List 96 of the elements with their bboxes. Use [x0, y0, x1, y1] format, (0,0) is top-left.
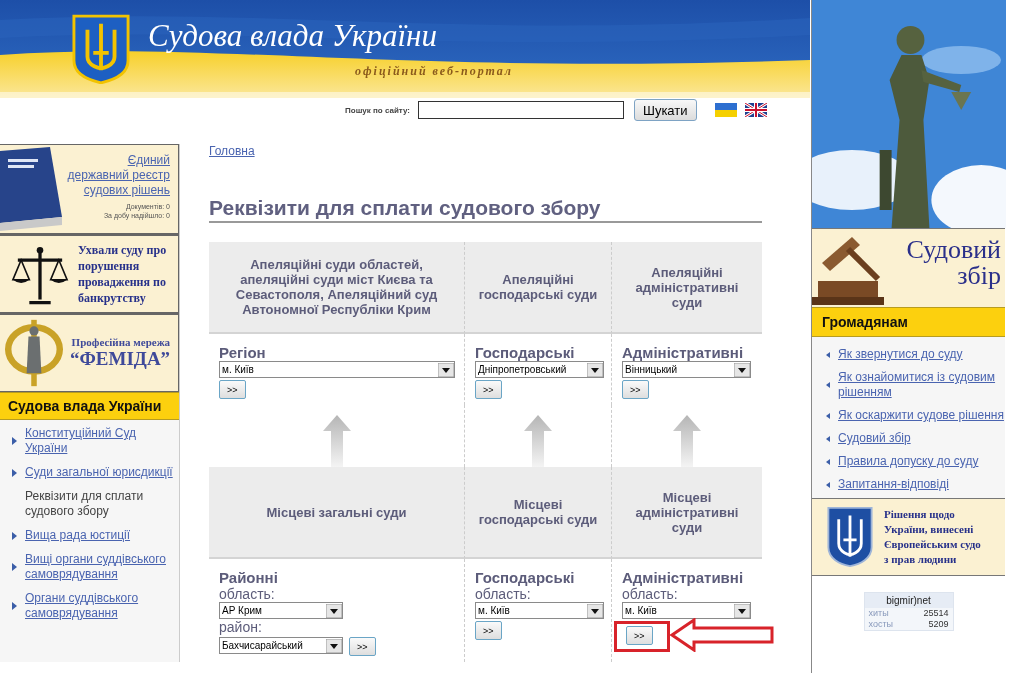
- dropdown[interactable]: Бахчисарайський: [219, 637, 343, 654]
- menu-item[interactable]: Суди загальної юрисдикції: [25, 465, 173, 480]
- up-arrow-icon: [524, 415, 552, 467]
- menu-item[interactable]: Органи суддівського самоврядування: [25, 591, 179, 621]
- bullet-icon: [12, 531, 17, 540]
- go-button[interactable]: >>: [349, 637, 376, 656]
- dropdown[interactable]: м. Київ: [219, 361, 455, 378]
- femida-emblem-icon: [4, 318, 64, 388]
- banner-text: Рішення щодо: [884, 507, 956, 522]
- bullet-icon: [826, 481, 830, 488]
- field-label: область:: [622, 586, 678, 602]
- menu-item[interactable]: Як ознайомитися із судовим рішенням: [838, 370, 1005, 400]
- caret-icon: [326, 638, 342, 653]
- menu-title: Судова влада України: [0, 392, 179, 420]
- menu-item[interactable]: Реквізити для сплати судового збору: [25, 489, 179, 519]
- menu-item[interactable]: Конституційний Суд України: [25, 426, 179, 456]
- menu-title: Громадянам: [812, 307, 1005, 337]
- bankruptcy-banner[interactable]: Ухвали суду про порушення провадження по банкрутству: [0, 234, 179, 313]
- up-arrow-icon: [322, 415, 351, 467]
- go-button[interactable]: >>: [475, 621, 502, 640]
- trident-shield-icon: [826, 506, 874, 568]
- caret-icon: [438, 362, 454, 377]
- femida-banner[interactable]: Професійна мережа “ФЕМІДА”: [0, 313, 179, 392]
- counter-value: 25514: [923, 608, 949, 619]
- breadcrumb-link[interactable]: Головна: [209, 144, 255, 158]
- bullet-icon: [826, 435, 830, 442]
- up-arrow-icon: [673, 415, 701, 467]
- caret-icon: [734, 362, 750, 377]
- column-header: Апеляційні суди областей, апеляційні суди міст Києва та Севастополя, Апеляційний суд Автономної Республіки Крим: [209, 242, 464, 334]
- column-header: Місцеві господарські суди: [464, 467, 611, 559]
- court-type-label: Господарські: [475, 344, 575, 361]
- caret-icon: [587, 362, 603, 377]
- visit-counter[interactable]: bigmir)net хиты 25514 хосты 5209: [863, 592, 954, 631]
- trident-shield-icon: [72, 14, 130, 84]
- dropdown[interactable]: м. Київ: [622, 602, 751, 619]
- femida-title: “ФЕМІДА”: [70, 348, 171, 370]
- dropdown[interactable]: Дніпропетровський: [475, 361, 604, 378]
- banner-text: Європейським судо: [884, 537, 981, 552]
- court-type-label: Адміністративні: [622, 344, 744, 361]
- bankruptcy-text: Ухвали суду про порушення провадження по банкрутству: [78, 242, 168, 306]
- counter-label: хосты: [868, 619, 893, 630]
- court-type-label: Адміністративні: [622, 569, 744, 586]
- ukrainian-flag-icon[interactable]: [714, 103, 737, 117]
- column-header: Апеляційні господарські суди: [464, 242, 611, 334]
- court-type-label: Районні: [219, 569, 278, 586]
- field-label: область:: [475, 586, 531, 602]
- menu-item[interactable]: Як звернутися до суду: [838, 347, 963, 362]
- menu-item[interactable]: Запитання-відповіді: [838, 477, 949, 492]
- caret-icon: [326, 603, 342, 618]
- field-label: район:: [219, 619, 262, 635]
- dropdown[interactable]: Вінницький: [622, 361, 751, 378]
- caret-icon: [734, 603, 750, 618]
- dropdown[interactable]: м. Київ: [475, 602, 604, 619]
- search-field[interactable]: [417, 101, 624, 119]
- column-header: Місцеві адміністративні суди: [611, 467, 762, 559]
- menu-item[interactable]: Як оскаржити судове рішення: [838, 408, 1004, 423]
- field-label: область:: [219, 586, 275, 602]
- menu-item[interactable]: Вища рада юстиції: [25, 528, 131, 543]
- go-button[interactable]: >>: [626, 626, 653, 645]
- court-type-label: Господарські: [475, 569, 575, 586]
- caret-icon: [587, 603, 603, 618]
- column-header: Апеляційні адміністративні суди: [611, 242, 762, 334]
- bullet-icon: [826, 382, 830, 388]
- echr-banner[interactable]: Рішення щодо України, винесені Європейським судо з прав людини: [812, 498, 1005, 576]
- network-name: Професійна мережа: [71, 336, 171, 348]
- site-subtitle: офіційний веб-портал: [355, 64, 513, 79]
- book-icon: [0, 147, 62, 231]
- site-title: Судова влада України: [148, 18, 437, 54]
- go-button[interactable]: >>: [475, 380, 502, 399]
- counter-value: 5209: [928, 619, 949, 630]
- column-header: Місцеві загальні суди: [209, 467, 464, 559]
- bullet-icon: [826, 458, 830, 465]
- bullet-icon: [826, 351, 830, 358]
- page-heading: Реквізити для сплати судового збору: [209, 196, 762, 223]
- counter-label: хиты: [868, 608, 889, 619]
- search-button[interactable]: Шукати: [633, 99, 697, 121]
- go-button[interactable]: >>: [622, 380, 649, 399]
- registry-link[interactable]: Єдиний державний реєстр судових рішень: [66, 153, 170, 198]
- banner-title: збір: [957, 263, 1001, 289]
- court-fee-banner[interactable]: Судовий збір: [812, 228, 1005, 307]
- dropdown[interactable]: АР Крим: [219, 602, 343, 619]
- go-button[interactable]: >>: [219, 380, 246, 399]
- menu-item[interactable]: Вищі органи суддівського самоврядування: [25, 552, 179, 582]
- banner-text: з прав людини: [884, 552, 958, 567]
- menu-item[interactable]: Судовий збір: [838, 431, 911, 446]
- search-label: Пошук по сайту:: [345, 105, 410, 115]
- court-type-label: Регіон: [219, 344, 266, 361]
- bullet-icon: [12, 602, 17, 610]
- counter-brand: bigmir)net: [864, 593, 953, 608]
- bullet-icon: [826, 412, 830, 419]
- bullet-icon: [12, 468, 17, 477]
- british-flag-icon[interactable]: [744, 103, 767, 117]
- menu-item[interactable]: Правила допуску до суду: [838, 454, 979, 469]
- bullet-icon: [12, 563, 17, 571]
- bullet-icon: [12, 437, 17, 445]
- banner-text: України, винесені: [884, 522, 975, 537]
